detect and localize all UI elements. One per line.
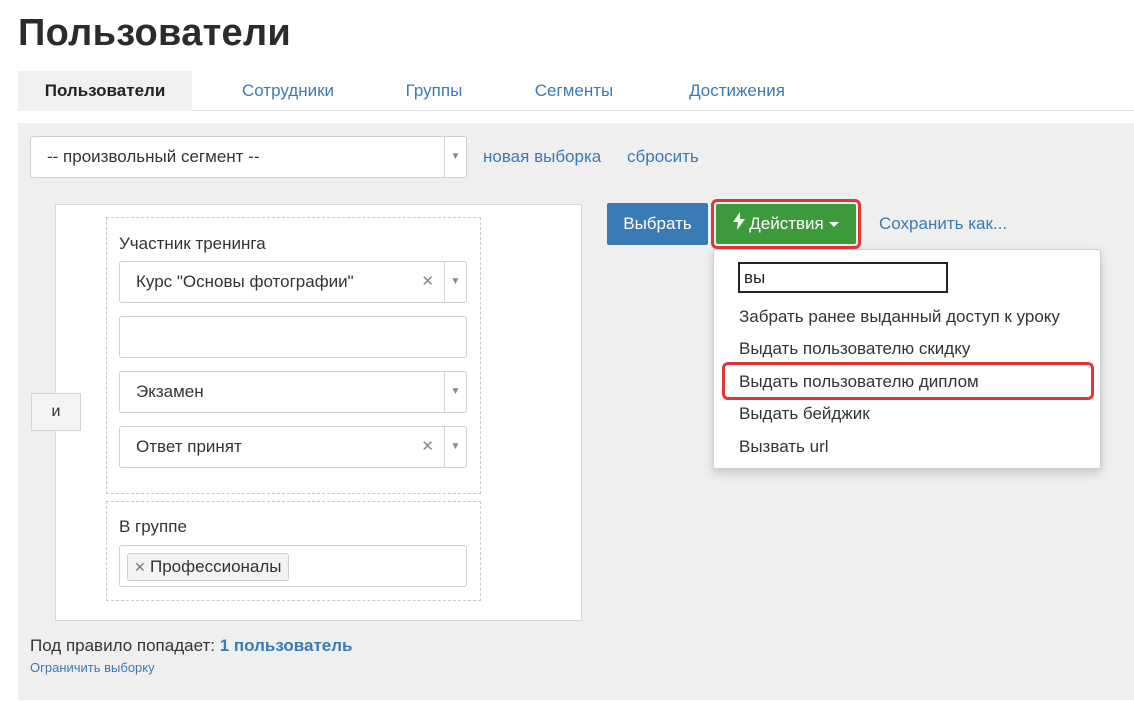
menu-item-give-badge[interactable]: Выдать бейджик xyxy=(739,404,870,424)
caret-down-icon xyxy=(828,222,839,228)
actions-dropdown: вы Забрать ранее выданный доступ к уроку… xyxy=(713,249,1101,469)
course-select-value: Курс "Основы фотографии" xyxy=(136,272,354,291)
chevron-down-icon: ▼ xyxy=(444,137,466,177)
reset-link[interactable]: сбросить xyxy=(627,147,699,167)
rule-result-text: Под правило попадает: 1 пользователь xyxy=(30,636,352,656)
exam-select[interactable]: Экзамен ▼ xyxy=(119,371,467,413)
tab-segments[interactable]: Сегменты xyxy=(516,71,632,111)
limit-selection-link[interactable]: Ограничить выборку xyxy=(30,660,155,675)
chevron-down-icon: ▼ xyxy=(444,427,466,467)
condition-label-in-group: В группе xyxy=(119,517,187,536)
segment-select[interactable]: -- произвольный сегмент -- ▼ xyxy=(30,136,467,178)
select-button[interactable]: Выбрать xyxy=(607,203,708,245)
actions-button-label: Действия xyxy=(749,214,824,233)
save-as-link[interactable]: Сохранить как... xyxy=(879,214,1007,234)
chevron-down-icon: ▼ xyxy=(444,262,466,302)
and-operator-button[interactable]: и xyxy=(31,393,81,431)
page-title: Пользователи xyxy=(18,12,292,54)
lesson-input[interactable] xyxy=(119,316,467,358)
tab-achievements[interactable]: Достижения xyxy=(674,71,800,111)
rule-result-prefix: Под правило попадает: xyxy=(30,636,215,655)
actions-button[interactable]: Действия xyxy=(716,204,856,244)
tab-users[interactable]: Пользователи xyxy=(18,71,192,111)
course-select[interactable]: Курс "Основы фотографии" ✕ ▼ xyxy=(119,261,467,303)
chevron-down-icon: ▼ xyxy=(444,372,466,412)
condition-label-training: Участник тренинга xyxy=(119,234,266,253)
remove-tag-icon[interactable]: ✕ xyxy=(134,554,146,580)
segment-select-value: -- произвольный сегмент -- xyxy=(47,147,260,166)
lightning-icon xyxy=(733,205,746,245)
rule-result-count[interactable]: 1 пользователь xyxy=(220,636,353,655)
tab-employees[interactable]: Сотрудники xyxy=(214,71,362,111)
diploma-highlight xyxy=(722,362,1094,400)
new-selection-link[interactable]: новая выборка xyxy=(483,147,601,167)
menu-item-give-discount[interactable]: Выдать пользователю скидку xyxy=(739,339,970,359)
tab-bar: Пользователи Сотрудники Группы Сегменты … xyxy=(18,71,1134,111)
menu-item-call-url[interactable]: Вызвать url xyxy=(739,437,829,457)
tab-groups[interactable]: Группы xyxy=(384,71,484,111)
group-tag-label: Профессионалы xyxy=(150,557,282,576)
menu-item-revoke-lesson-access[interactable]: Забрать ранее выданный доступ к уроку xyxy=(739,307,1060,327)
clear-icon[interactable]: ✕ xyxy=(421,262,434,302)
answer-status-select[interactable]: Ответ принят ✕ ▼ xyxy=(119,426,467,468)
clear-icon[interactable]: ✕ xyxy=(421,427,434,467)
actions-search-input[interactable]: вы xyxy=(738,262,948,293)
answer-status-value: Ответ принят xyxy=(136,437,242,456)
exam-select-value: Экзамен xyxy=(136,382,204,401)
group-tag[interactable]: ✕ Профессионалы xyxy=(127,553,289,581)
